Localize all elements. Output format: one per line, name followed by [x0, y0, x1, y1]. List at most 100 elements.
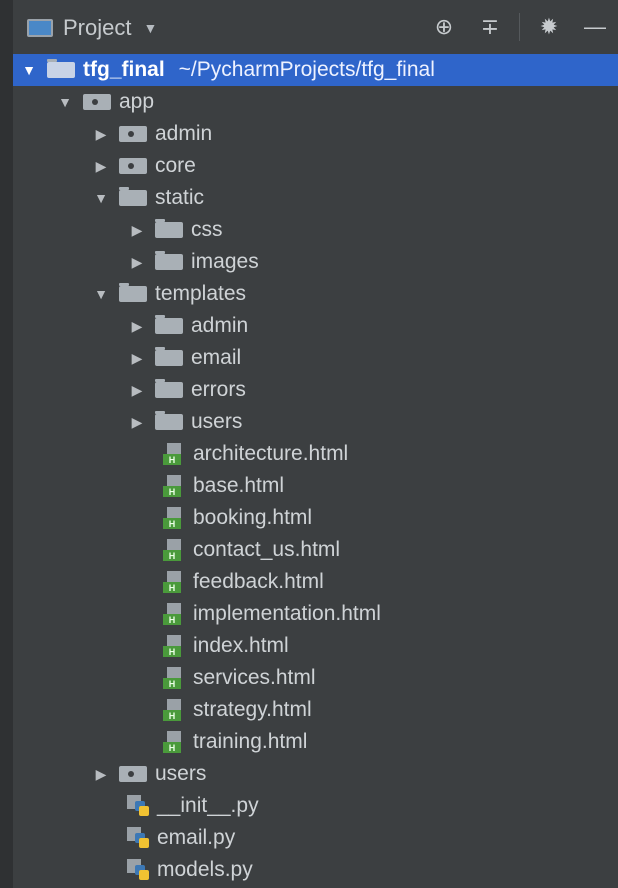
toolbar-actions: ⊕ ∓ ✹ —: [421, 10, 618, 44]
tree-file-label: feedback.html: [193, 570, 324, 593]
tree-file-label: index.html: [193, 634, 289, 657]
dropdown-caret-icon[interactable]: ▼: [143, 20, 157, 36]
tree-file-html[interactable]: H implementation.html: [13, 598, 618, 630]
tree-item-label: core: [155, 154, 196, 177]
project-view-selector[interactable]: Project ▼: [27, 14, 157, 42]
tree-item-label: css: [191, 218, 223, 241]
tree-item-label: templates: [155, 282, 247, 305]
tree-root[interactable]: ▼ tfg_final ~/PycharmProjects/tfg_final: [13, 54, 618, 86]
tree-item-templates-admin[interactable]: ▶ admin: [13, 310, 618, 342]
tree-item-templates[interactable]: ▼ templates: [13, 278, 618, 310]
collapse-all-icon[interactable]: ∓: [467, 10, 513, 44]
tree-file-html[interactable]: H base.html: [13, 470, 618, 502]
tree-item-app[interactable]: ▼ app: [13, 86, 618, 118]
tree-file-label: __init__.py: [157, 794, 259, 817]
folder-icon: [155, 219, 183, 238]
html-file-icon: H: [163, 443, 185, 465]
collapse-arrow-icon[interactable]: ▶: [91, 126, 111, 143]
tree-file-label: training.html: [193, 730, 308, 753]
html-file-icon: H: [163, 507, 185, 529]
tree-file-html[interactable]: H services.html: [13, 662, 618, 694]
collapse-arrow-icon[interactable]: ▶: [91, 158, 111, 175]
collapse-arrow-icon[interactable]: ▶: [127, 318, 147, 335]
expand-arrow-icon[interactable]: ▼: [19, 62, 39, 78]
tree-file-py[interactable]: email.py: [13, 822, 618, 854]
tree-item-templates-email[interactable]: ▶ email: [13, 342, 618, 374]
tree-item-css[interactable]: ▶ css: [13, 214, 618, 246]
expand-arrow-icon[interactable]: ▼: [55, 94, 75, 110]
tree-item-label: users: [191, 410, 243, 433]
root-name: tfg_final: [83, 58, 165, 81]
tree-file-label: base.html: [193, 474, 285, 497]
folder-icon: [119, 283, 147, 302]
html-file-icon: H: [163, 635, 185, 657]
tree-item-label: users: [155, 762, 207, 785]
tree-file-html[interactable]: H strategy.html: [13, 694, 618, 726]
tree-file-py[interactable]: __init__.py: [13, 790, 618, 822]
tree-item-label: images: [191, 250, 259, 273]
html-file-icon: H: [163, 571, 185, 593]
package-folder-icon: [83, 94, 111, 110]
tree-file-label: implementation.html: [193, 602, 381, 625]
package-folder-icon: [119, 158, 147, 174]
toolbar-divider: [519, 13, 520, 41]
tree-file-html[interactable]: H booking.html: [13, 502, 618, 534]
folder-icon: [155, 251, 183, 270]
collapse-arrow-icon[interactable]: ▶: [91, 766, 111, 783]
root-path: ~/PycharmProjects/tfg_final: [178, 58, 435, 81]
tree-file-html[interactable]: H feedback.html: [13, 566, 618, 598]
tree-item-label: app: [119, 90, 155, 113]
folder-icon: [155, 379, 183, 398]
html-file-icon: H: [163, 475, 185, 497]
folder-icon: [47, 59, 75, 78]
tree-file-label: architecture.html: [193, 442, 349, 465]
html-file-icon: H: [163, 603, 185, 625]
folder-icon: [155, 411, 183, 430]
tree-file-html[interactable]: H training.html: [13, 726, 618, 758]
tree-item-label: admin: [155, 122, 213, 145]
expand-arrow-icon[interactable]: ▼: [91, 190, 111, 206]
toolbar-title: Project: [63, 15, 132, 40]
package-folder-icon: [119, 766, 147, 782]
tree-item-users[interactable]: ▶ users: [13, 758, 618, 790]
tree-item-core[interactable]: ▶ core: [13, 150, 618, 182]
collapse-arrow-icon[interactable]: ▶: [127, 414, 147, 431]
tree-item-templates-users[interactable]: ▶ users: [13, 406, 618, 438]
tree-file-label: email.py: [157, 826, 236, 849]
tree-file-label: contact_us.html: [193, 538, 341, 561]
collapse-arrow-icon[interactable]: ▶: [127, 254, 147, 271]
tree-item-images[interactable]: ▶ images: [13, 246, 618, 278]
python-file-icon: [127, 795, 149, 817]
locate-icon[interactable]: ⊕: [421, 10, 467, 44]
tree-file-label: booking.html: [193, 506, 313, 529]
tree-file-html[interactable]: H index.html: [13, 630, 618, 662]
tree-file-label: models.py: [157, 858, 253, 881]
tree-item-label: admin: [191, 314, 249, 337]
tree-file-html[interactable]: H contact_us.html: [13, 534, 618, 566]
tree-item-admin[interactable]: ▶ admin: [13, 118, 618, 150]
tree-item-label: static: [155, 186, 205, 209]
tree-file-label: services.html: [193, 666, 316, 689]
tree-item-label: email: [191, 346, 242, 369]
minimize-icon[interactable]: —: [572, 10, 618, 44]
html-file-icon: H: [163, 699, 185, 721]
collapse-arrow-icon[interactable]: ▶: [127, 382, 147, 399]
collapse-arrow-icon[interactable]: ▶: [127, 222, 147, 239]
tree-item-templates-errors[interactable]: ▶ errors: [13, 374, 618, 406]
collapse-arrow-icon[interactable]: ▶: [127, 350, 147, 367]
expand-arrow-icon[interactable]: ▼: [91, 286, 111, 302]
tree-file-html[interactable]: H architecture.html: [13, 438, 618, 470]
html-file-icon: H: [163, 731, 185, 753]
python-file-icon: [127, 827, 149, 849]
settings-icon[interactable]: ✹: [526, 10, 572, 44]
tree-item-label: errors: [191, 378, 246, 401]
project-panel-icon: [27, 19, 53, 37]
folder-icon: [155, 315, 183, 334]
python-file-icon: [127, 859, 149, 881]
tree-file-label: strategy.html: [193, 698, 312, 721]
tree-item-static[interactable]: ▼ static: [13, 182, 618, 214]
project-tree: ▼ tfg_final ~/PycharmProjects/tfg_final …: [13, 54, 618, 886]
tree-file-py[interactable]: models.py: [13, 854, 618, 886]
folder-icon: [119, 187, 147, 206]
html-file-icon: H: [163, 667, 185, 689]
